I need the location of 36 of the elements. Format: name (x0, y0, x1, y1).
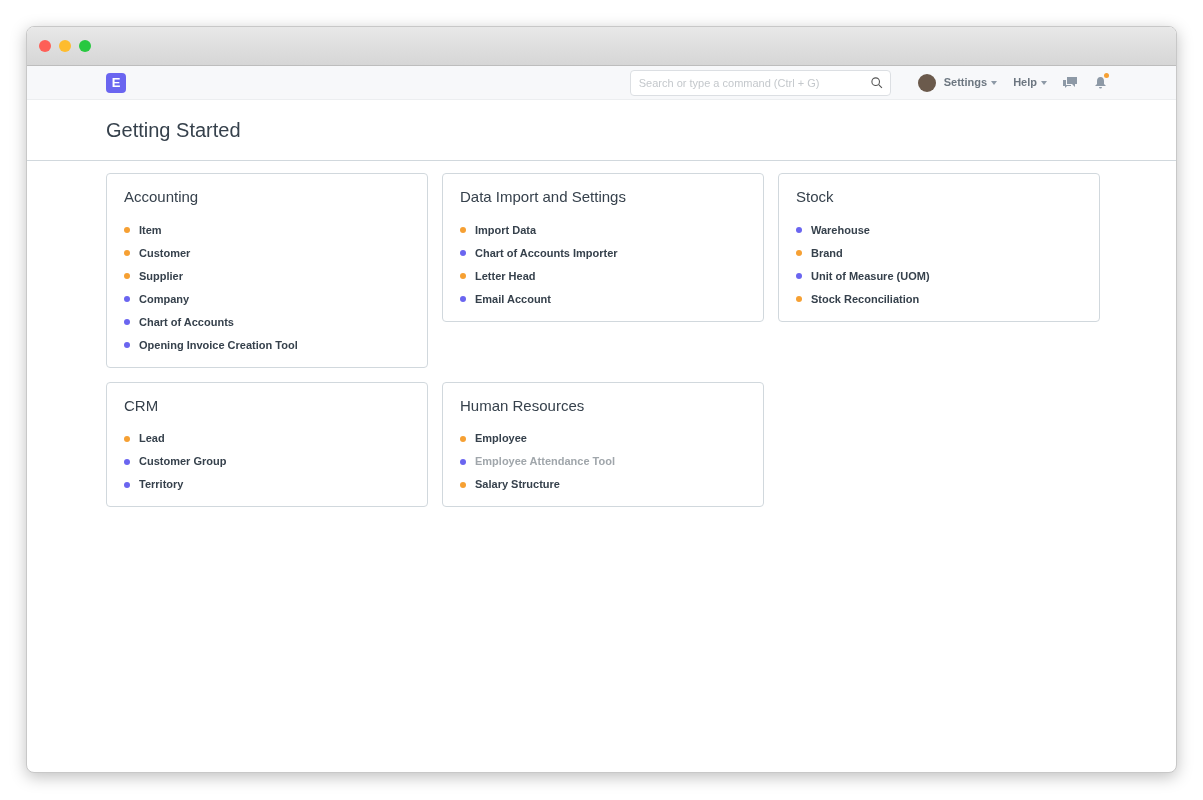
module-link[interactable]: Chart of Accounts Importer (475, 244, 618, 262)
chat-icon[interactable] (1063, 76, 1077, 89)
module-link[interactable]: Letter Head (475, 267, 536, 285)
page-title: Getting Started (106, 118, 241, 143)
module-link[interactable]: Item (139, 221, 162, 239)
nav-menu-dropdown[interactable]: Help (1013, 74, 1047, 91)
module-link[interactable]: Chart of Accounts (139, 313, 234, 331)
nav-menu-dropdown[interactable]: Settings (943, 74, 998, 91)
card-title: Data Import and Settings (460, 187, 627, 207)
module-link[interactable]: Brand (811, 244, 843, 262)
module-link[interactable]: Customer Group (139, 453, 227, 470)
close-icon[interactable] (39, 40, 51, 52)
card-title: Stock (796, 187, 835, 207)
module-link[interactable]: Import Data (475, 221, 537, 239)
module-link[interactable]: Territory (139, 476, 184, 493)
module-link[interactable]: Salary Structure (475, 476, 560, 493)
module-link[interactable]: Unit of Measure (UOM) (811, 267, 930, 285)
avatar[interactable] (917, 73, 936, 92)
module-link[interactable]: Stock Reconciliation (811, 290, 920, 308)
module-link[interactable]: Opening Invoice Creation Tool (139, 336, 298, 354)
caret-icon (1041, 80, 1047, 85)
module-link[interactable]: Supplier (139, 267, 183, 285)
card-title: Accounting (124, 187, 200, 207)
module-link[interactable]: Company (139, 290, 190, 308)
card-title: CRM (124, 395, 160, 416)
search-icon (869, 75, 883, 89)
maximize-icon[interactable] (79, 40, 91, 52)
module-link[interactable]: Employee (475, 430, 527, 447)
module-link[interactable]: Email Account (475, 290, 551, 308)
app-logo[interactable]: E (106, 72, 126, 93)
module-link[interactable]: Warehouse (811, 221, 870, 239)
module-link[interactable]: Lead (139, 430, 165, 447)
module-link[interactable]: Customer (139, 244, 191, 262)
caret-icon (991, 80, 998, 85)
card-title: Human Resources (460, 395, 586, 416)
bell-icon[interactable] (1095, 76, 1106, 89)
